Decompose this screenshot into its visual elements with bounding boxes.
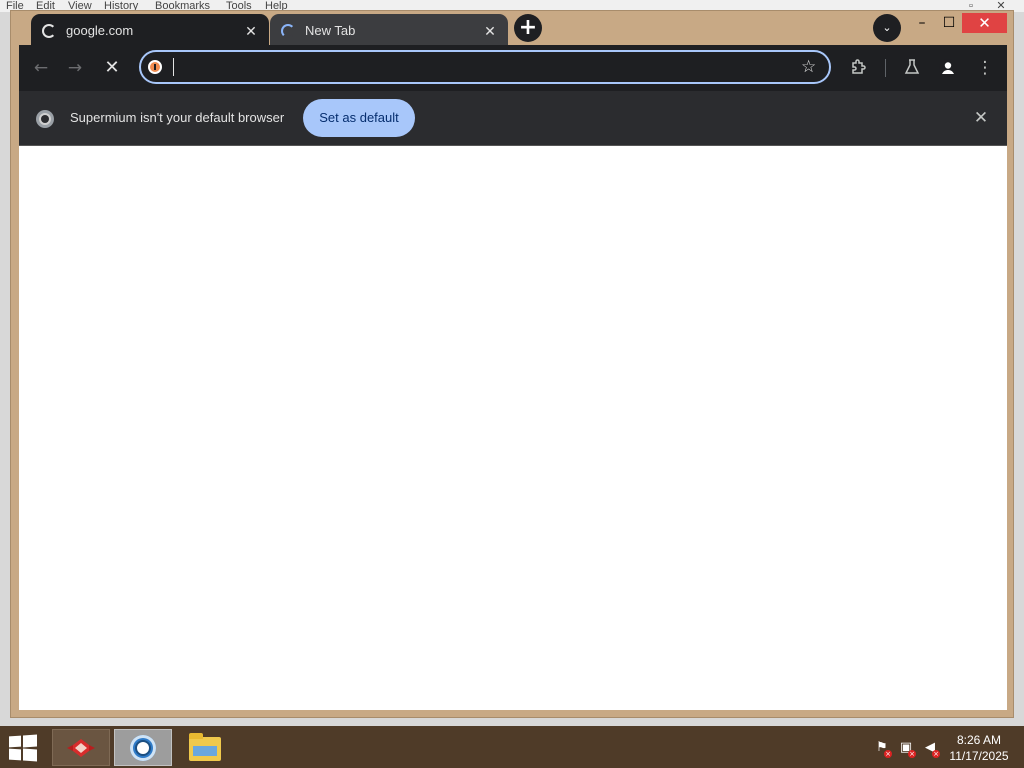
stop-loading-icon[interactable]: ✕ [102, 58, 122, 78]
address-input[interactable] [171, 56, 775, 80]
tab-new-tab[interactable]: New Tab ✕ [270, 14, 508, 47]
labs-flask-icon[interactable] [902, 58, 922, 78]
forward-arrow-icon[interactable]: → [65, 58, 85, 78]
toolbar-divider [885, 59, 886, 77]
taskbar-browser-button[interactable] [114, 729, 172, 766]
taskbar: ⚑ × ▣ × ◀ × 8:26 AM 11/17/2025 [0, 726, 1024, 768]
omnibox[interactable]: ☆ [139, 50, 831, 84]
extensions-puzzle-icon[interactable] [849, 58, 869, 78]
red-app-icon [67, 739, 95, 757]
maximize-button[interactable]: ☐ [936, 13, 962, 33]
default-browser-infobar: Supermium isn't your default browser Set… [19, 91, 1007, 146]
set-as-default-button[interactable]: Set as default [303, 99, 415, 137]
back-arrow-icon[interactable]: ← [31, 58, 51, 78]
site-info-icon[interactable] [148, 60, 162, 74]
chromium-logo-icon [36, 110, 54, 128]
page-content-area[interactable] [19, 146, 1007, 710]
tab-close-icon[interactable]: ✕ [241, 21, 261, 41]
taskbar-red-app-button[interactable] [52, 729, 110, 766]
clock-date: 11/17/2025 [949, 749, 1009, 763]
loading-spinner-icon [281, 23, 295, 38]
text-caret [173, 58, 174, 76]
loading-spinner-icon [42, 23, 56, 38]
browser-window: google.com ✕ New Tab ✕ + ⌄ – ☐ ✕ ← → ✕ ☆ [10, 10, 1014, 718]
bookmark-star-icon[interactable]: ☆ [801, 57, 816, 77]
error-badge-icon: × [932, 750, 940, 758]
tab-title: google.com [66, 23, 134, 38]
volume-muted-icon[interactable]: ◀ × [922, 740, 940, 758]
kebab-menu-icon[interactable]: ⋮ [975, 58, 995, 78]
taskbar-clock[interactable]: 8:26 AM 11/17/2025 [944, 732, 1014, 764]
action-center-flag-icon[interactable]: ⚑ × [874, 740, 892, 758]
profile-avatar-icon[interactable] [938, 58, 958, 78]
tab-search-chevron-icon[interactable]: ⌄ [873, 14, 901, 42]
close-window-button[interactable]: ✕ [962, 13, 1007, 33]
clock-time: 8:26 AM [956, 733, 1002, 747]
tab-google[interactable]: google.com ✕ [31, 14, 269, 47]
infobar-close-icon[interactable]: ✕ [971, 108, 991, 128]
new-tab-button[interactable]: + [514, 14, 542, 42]
infobar-message: Supermium isn't your default browser [70, 110, 285, 125]
tab-strip: google.com ✕ New Tab ✕ + ⌄ – ☐ ✕ [11, 11, 1013, 47]
minimize-button[interactable]: – [909, 13, 935, 33]
windows-start-icon[interactable] [9, 734, 37, 762]
tab-close-icon[interactable]: ✕ [480, 21, 500, 41]
toolbar: ← → ✕ ☆ ⋮ [19, 45, 1007, 91]
taskbar-file-explorer-button[interactable] [176, 729, 234, 766]
error-badge-icon: × [884, 750, 892, 758]
network-icon[interactable]: ▣ × [898, 740, 916, 758]
browser-globe-icon [130, 735, 156, 761]
error-badge-icon: × [908, 750, 916, 758]
folder-icon [189, 733, 221, 761]
tab-title: New Tab [305, 23, 356, 38]
